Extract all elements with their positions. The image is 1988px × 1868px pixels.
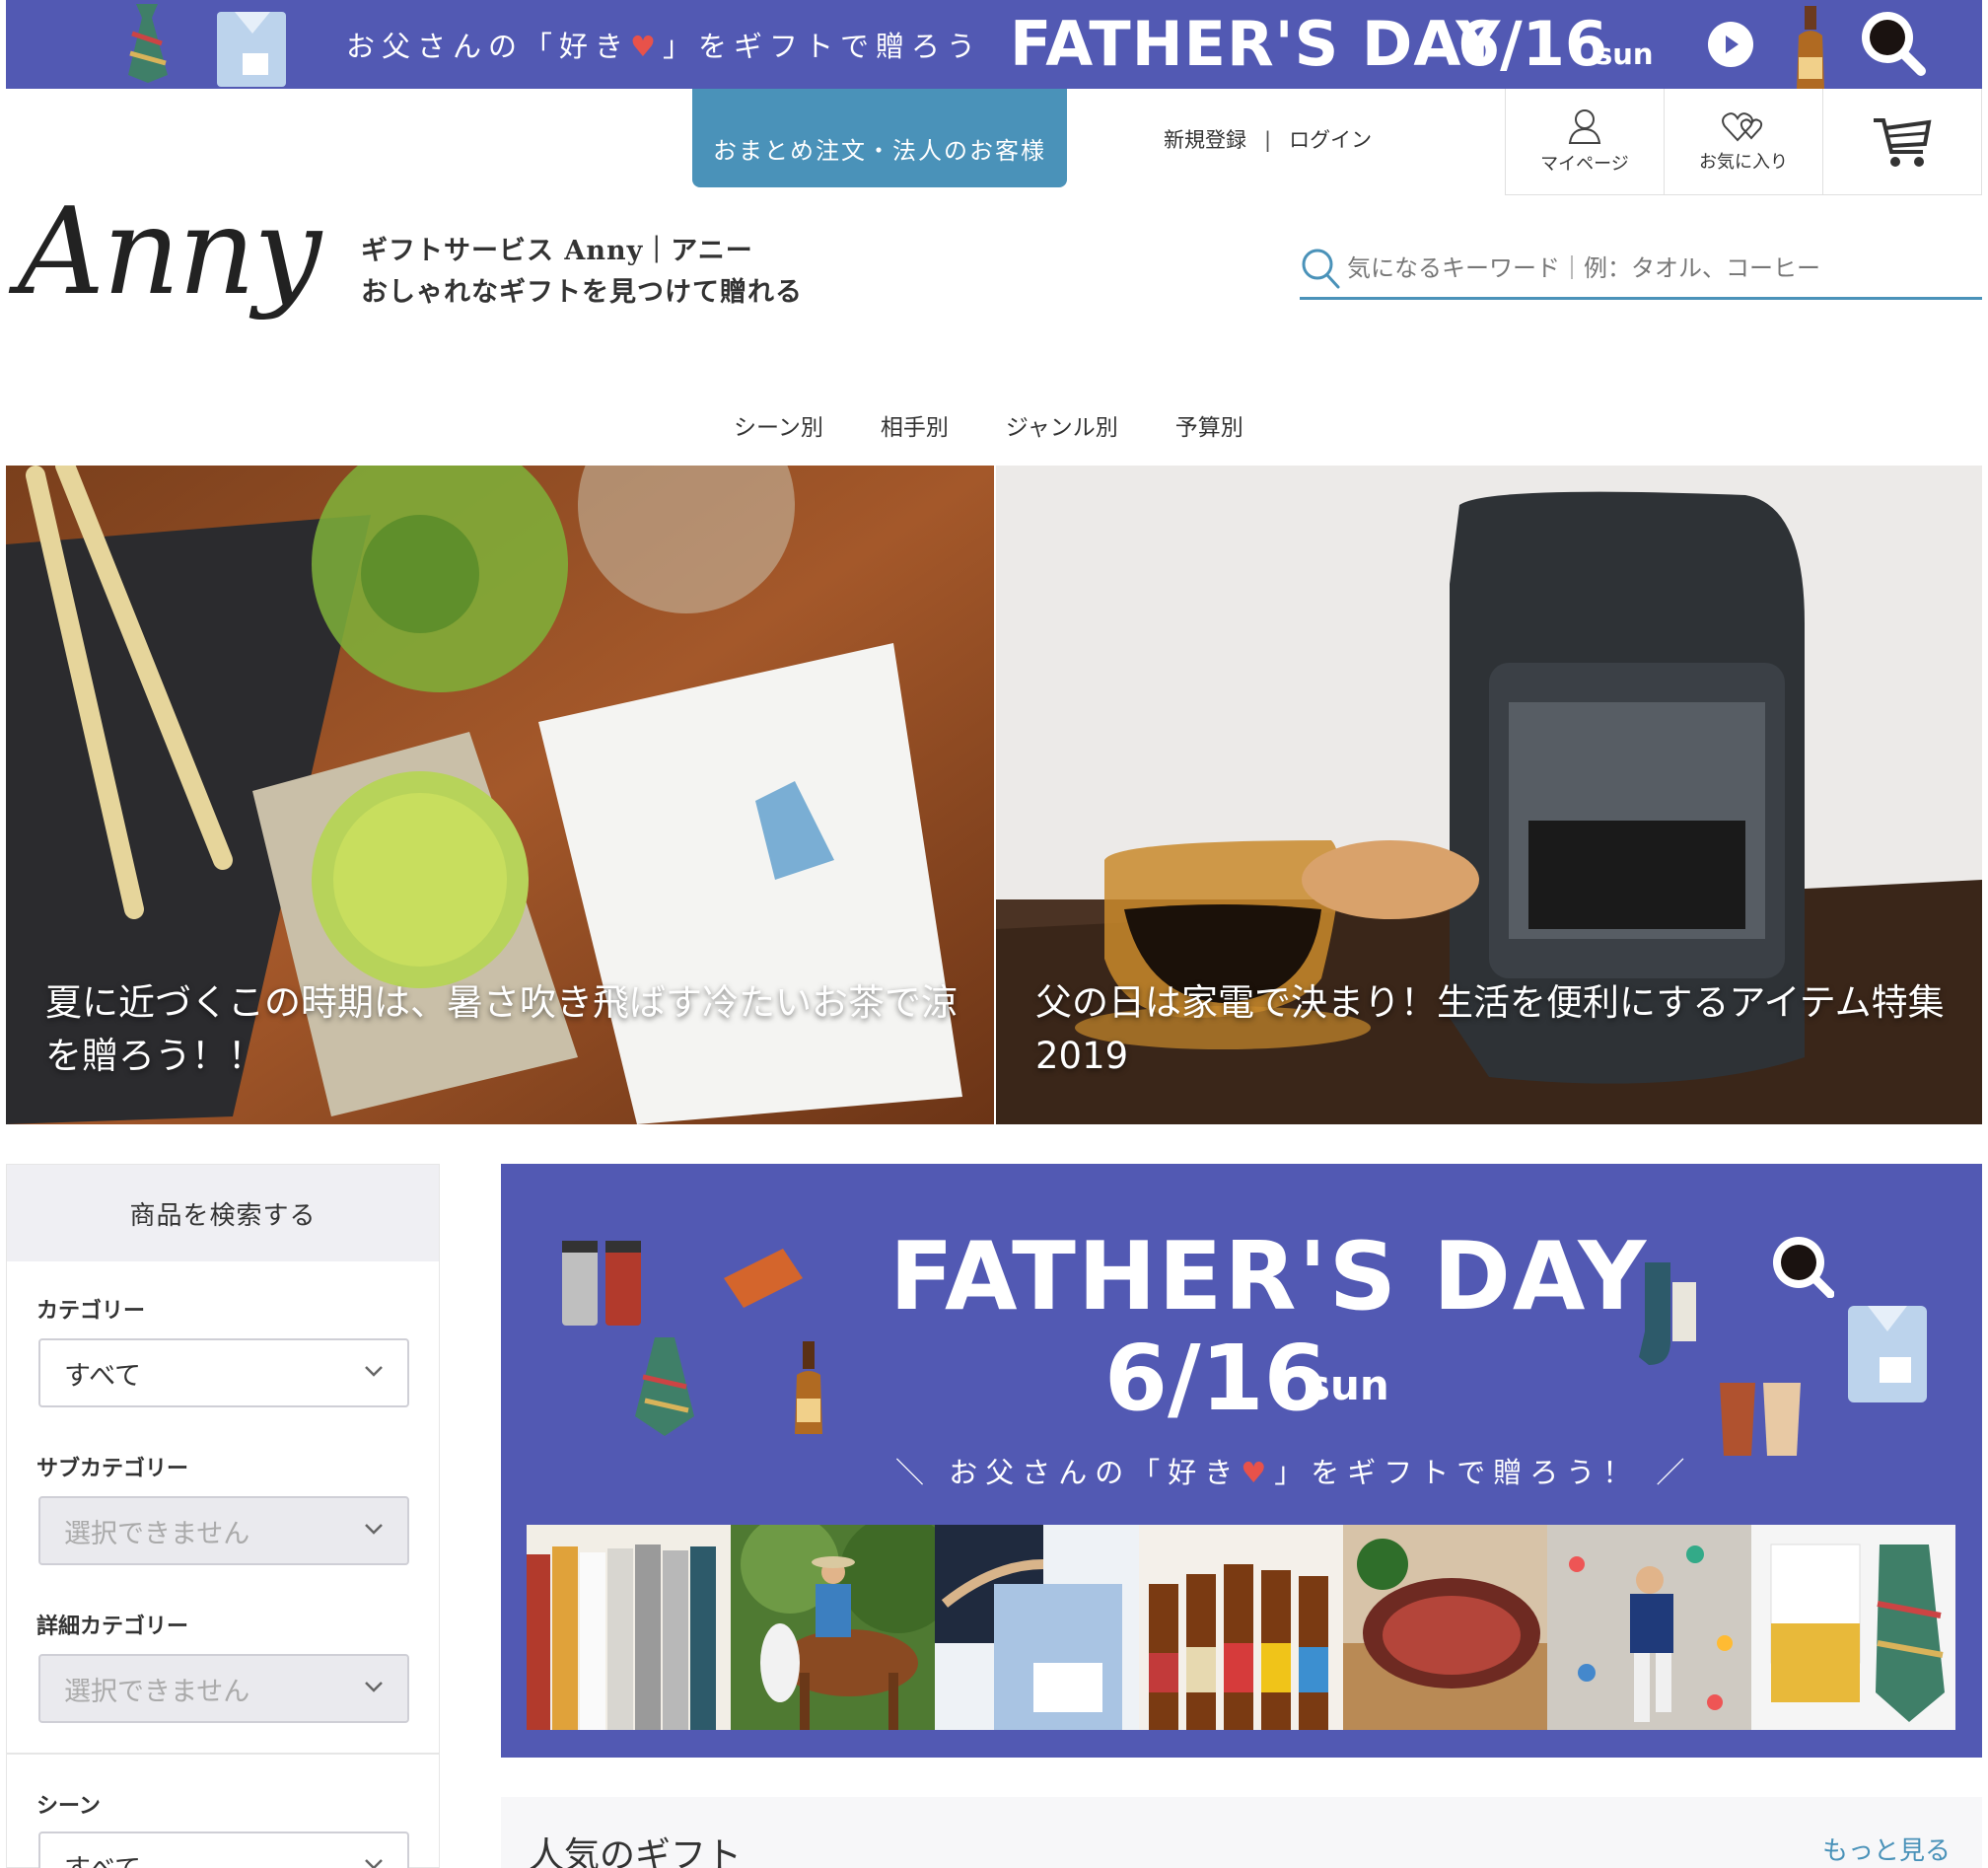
auth-separator: | (1264, 128, 1272, 152)
auth-links: 新規登録 | ログイン (1164, 124, 1372, 154)
detail-category-select-value: 選択できません (64, 1676, 250, 1707)
nav-item-recipient[interactable]: 相手別 (881, 408, 949, 442)
top-fathers-day-banner[interactable]: お父さんの「好き♥」をギフトで贈ろう FATHER'S DAY 6/16 sun (6, 0, 1982, 89)
sidebar-divider (7, 1753, 439, 1755)
beer-bottle-icon (1797, 6, 1824, 89)
subcategory-select[interactable]: 選択できません (38, 1496, 409, 1565)
tagline-line-1: ギフトサービス Anny｜アニー (361, 236, 753, 266)
scene-select[interactable]: すべて (38, 1832, 409, 1868)
bouldering-photo (1547, 1525, 1751, 1730)
socks-photo (527, 1525, 731, 1730)
chevron-down-icon (365, 1366, 383, 1377)
sidebar-title: 商品を検索する (7, 1165, 439, 1261)
tie-icon (128, 4, 168, 83)
banner-date: 6/16 (1457, 8, 1608, 80)
site-logo[interactable]: Anny (18, 181, 321, 322)
search-input[interactable] (1347, 249, 1958, 288)
see-more-link[interactable]: もっと見る (1822, 1831, 1951, 1867)
product-search-sidebar: 商品を検索する カテゴリー すべて サブカテゴリー 選択できません 詳細カテゴリ… (6, 1164, 440, 1868)
detail-category-label: 詳細カテゴリー (36, 1615, 189, 1639)
tie-icon (635, 1337, 694, 1436)
nav-item-budget[interactable]: 予算別 (1175, 408, 1243, 442)
mypage-button[interactable]: マイページ (1506, 89, 1665, 194)
coffee-cup-icon (1862, 12, 1926, 76)
user-icon (1568, 108, 1601, 144)
chevron-down-icon (365, 1682, 383, 1692)
site-tagline: ギフトサービス Anny｜アニー おしゃれなギフトを見つけて贈れる (361, 231, 803, 314)
banner-day: sun (1596, 37, 1654, 71)
cart-icon (1874, 117, 1932, 167)
hero-left-caption: 夏に近づくこの時期は、暑さ吹き飛ばす冷たいお茶で涼を贈ろう！！ (45, 981, 958, 1077)
hero-right-caption: 父の日は家電で決まり！生活を便利にするアイテム特集2019 (1035, 981, 1945, 1077)
play-icon[interactable] (1708, 22, 1753, 67)
coffee-cup-icon (1773, 1237, 1834, 1298)
category-select[interactable]: すべて (38, 1338, 409, 1407)
tagline-line-2: おしゃれなギフトを見つけて贈れる (361, 277, 803, 308)
hero-card-appliances[interactable]: 父の日は家電で決まり！生活を便利にするアイテム特集2019 (996, 466, 1982, 1124)
chevron-down-icon (365, 1859, 383, 1868)
bulk-order-button[interactable]: おまとめ注文・法人のお客様 (692, 89, 1067, 187)
feature-banner-date: 6/16 (1104, 1326, 1327, 1431)
scene-select-value: すべて (64, 1847, 141, 1868)
login-link[interactable]: ログイン (1289, 128, 1372, 152)
hero-card-green-tea[interactable]: 夏に近づくこの時期は、暑さ吹き飛ばす冷たいお茶で涼を贈ろう！！ (6, 466, 994, 1124)
socks-icon (1639, 1262, 1696, 1365)
tumblers-icon (1720, 1383, 1801, 1456)
shirt-icon (217, 12, 286, 87)
popular-gifts-title: 人気のギフト (529, 1835, 743, 1868)
header-icon-group: マイページ お気に入り (1505, 89, 1982, 195)
category-label: カテゴリー (36, 1299, 146, 1324)
horse-riding-photo (731, 1525, 935, 1730)
dress-shirt-photo (935, 1525, 1139, 1730)
nav-item-genre[interactable]: ジャンル別 (1006, 408, 1118, 442)
favorites-button[interactable]: お気に入り (1665, 89, 1823, 194)
detail-category-select[interactable]: 選択できません (38, 1654, 409, 1723)
banner-tagline: お父さんの「好き♥」をギフトで贈ろう (346, 30, 983, 63)
favorites-label: お気に入り (1699, 151, 1788, 173)
category-select-value: すべて (64, 1360, 142, 1392)
scene-label: シーン (36, 1794, 101, 1819)
cart-button[interactable] (1823, 89, 1981, 194)
category-nav: シーン別 相手別 ジャンル別 予算別 (734, 408, 1243, 442)
feature-banner-title: FATHER'S DAY (889, 1223, 1649, 1331)
search-icon (1302, 249, 1340, 289)
search-bar[interactable] (1300, 243, 1982, 300)
feature-banner-day: sun (1306, 1361, 1389, 1409)
subcategory-select-value: 選択できません (64, 1518, 250, 1549)
shirt-icon (1848, 1306, 1927, 1402)
gift-tie-box-photo (1751, 1525, 1955, 1730)
heart-icon (1722, 111, 1763, 141)
subcategory-label: サブカテゴリー (36, 1457, 189, 1481)
jars-icon (562, 1241, 641, 1326)
mypage-label: マイページ (1540, 153, 1629, 175)
feature-banner-subtitle: ＼ お父さんの「好き♥」をギフトで贈ろう！ ／ (895, 1456, 1693, 1489)
banner-title: FATHER'S DAY (1010, 8, 1502, 80)
nav-item-scene[interactable]: シーン別 (734, 408, 823, 442)
craft-beer-photo (1139, 1525, 1343, 1730)
popular-gifts-section: 人気のギフト もっと見る (501, 1797, 1982, 1868)
feature-banner-photo-strip (527, 1525, 1958, 1730)
leather-case-icon (724, 1249, 803, 1308)
beer-bottle-icon (795, 1341, 822, 1434)
roast-beef-photo (1343, 1525, 1547, 1730)
chevron-down-icon (365, 1524, 383, 1535)
fathers-day-feature-banner[interactable]: FATHER'S DAY 6/16 sun ＼ お父さんの「好き♥」をギフトで贈… (501, 1164, 1982, 1758)
register-link[interactable]: 新規登録 (1164, 128, 1246, 152)
